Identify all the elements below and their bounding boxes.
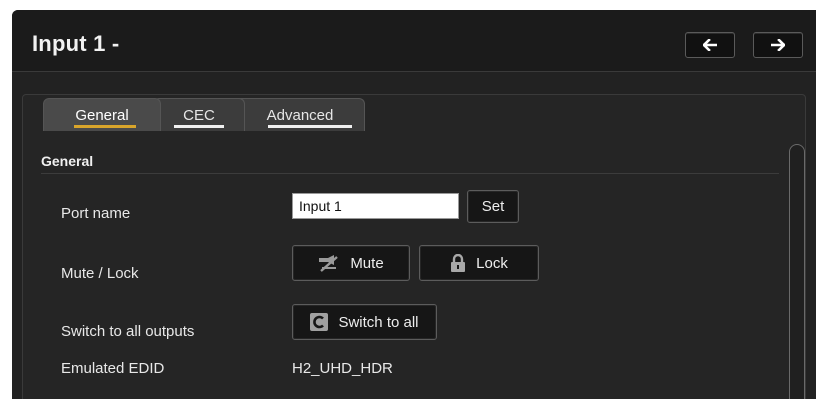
- switch-to-all-button-label: Switch to all: [338, 313, 419, 331]
- panel-header: Input 1 -: [12, 10, 816, 72]
- scrollbar[interactable]: [789, 144, 805, 399]
- tab-underline-active: [74, 125, 136, 128]
- tab-general[interactable]: General: [43, 98, 161, 131]
- arrow-left-icon: [703, 39, 717, 51]
- settings-content: Advanced CEC General General Port name S…: [22, 94, 806, 399]
- tab-cec[interactable]: CEC: [153, 98, 245, 131]
- tab-label: General: [75, 106, 129, 124]
- lock-icon: [450, 254, 466, 272]
- mute-lock-label: Mute / Lock: [61, 265, 139, 282]
- page-title: Input 1 -: [32, 31, 120, 56]
- mute-button-label: Mute: [350, 254, 384, 272]
- mute-button[interactable]: Mute: [292, 245, 410, 281]
- port-name-input[interactable]: [292, 193, 459, 219]
- switch-icon: [310, 313, 329, 331]
- port-name-label: Port name: [61, 205, 131, 222]
- tab-advanced[interactable]: Advanced: [235, 98, 365, 131]
- emulated-edid-label: Emulated EDID: [61, 360, 165, 377]
- tab-underline: [174, 125, 224, 128]
- switch-all-label: Switch to all outputs: [61, 323, 195, 340]
- arrow-right-icon: [771, 39, 785, 51]
- input-settings-panel: Input 1 - Advanced CEC General General P…: [12, 10, 816, 399]
- set-button[interactable]: Set: [467, 190, 519, 223]
- tab-underline: [268, 125, 352, 128]
- tab-label: Advanced: [266, 106, 334, 124]
- lock-button[interactable]: Lock: [419, 245, 539, 281]
- tab-label: CEC: [183, 106, 215, 124]
- lock-button-label: Lock: [476, 254, 508, 272]
- set-button-label: Set: [481, 198, 505, 215]
- section-title: General: [41, 153, 94, 169]
- section-divider: [41, 173, 779, 174]
- emulated-edid-value: H2_UHD_HDR: [292, 360, 393, 377]
- next-button[interactable]: [753, 32, 803, 58]
- mute-icon: [318, 254, 340, 272]
- switch-to-all-button[interactable]: Switch to all: [292, 304, 437, 340]
- previous-button[interactable]: [685, 32, 735, 58]
